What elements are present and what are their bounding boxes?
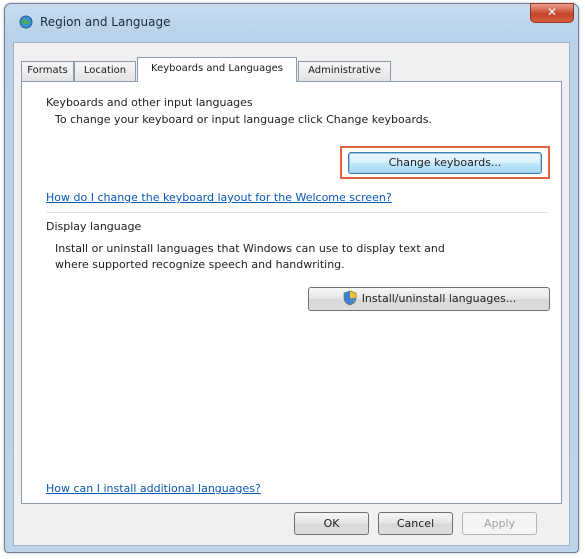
welcome-screen-keyboard-link[interactable]: How do I change the keyboard layout for … [46,191,392,204]
tab-location[interactable]: Location [74,61,136,81]
title-bar[interactable]: Region and Language ✕ [5,3,578,42]
display-language-heading: Display language [46,220,142,233]
install-uninstall-label: Install/uninstall languages... [361,292,517,305]
close-button[interactable]: ✕ [530,3,574,23]
tab-administrative[interactable]: Administrative [298,61,391,81]
section-divider [46,212,547,213]
globe-icon [19,15,33,29]
close-icon: ✕ [546,5,558,19]
install-uninstall-languages-button[interactable]: Install/uninstall languages... [308,287,550,311]
uac-shield-icon [343,290,357,306]
apply-button[interactable]: Apply [462,512,537,535]
display-language-description-line1: Install or uninstall languages that Wind… [55,242,445,255]
ok-button[interactable]: OK [294,512,369,535]
change-keyboards-button[interactable]: Change keyboards... [348,152,542,174]
cancel-button[interactable]: Cancel [378,512,453,535]
dialog-client-area: Formats Location Keyboards and Languages… [13,42,570,546]
display-language-description-line2: where supported recognize speech and han… [55,258,345,271]
install-additional-languages-link[interactable]: How can I install additional languages? [46,482,261,495]
window-title: Region and Language [40,15,171,29]
tab-formats[interactable]: Formats [21,61,74,81]
region-language-window: Region and Language ✕ Formats Location K… [4,3,579,553]
keyboards-section-heading: Keyboards and other input languages [46,96,253,109]
tab-panel-keyboards-and-languages: Keyboards and other input languages To c… [21,81,562,504]
keyboards-section-description: To change your keyboard or input languag… [55,113,432,126]
tab-keyboards-and-languages[interactable]: Keyboards and Languages [137,57,297,82]
